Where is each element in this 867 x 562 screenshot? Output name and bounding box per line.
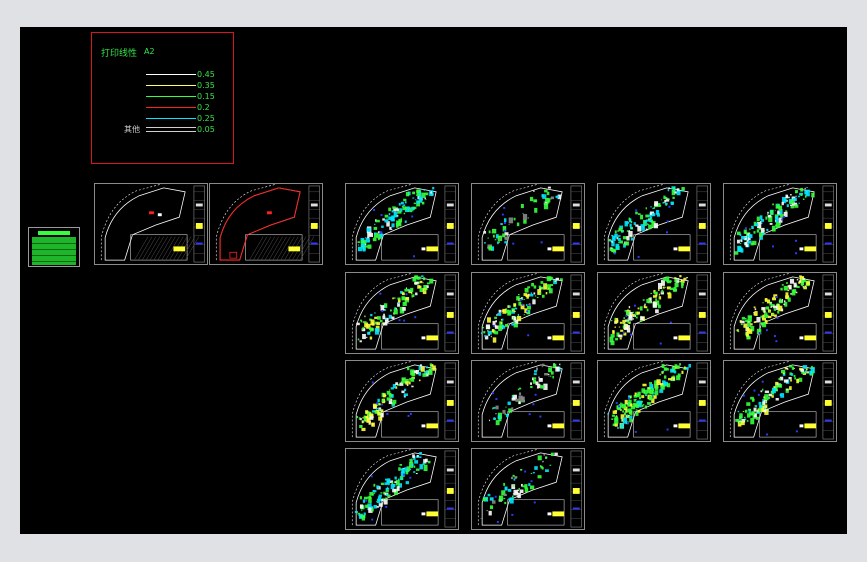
sheet-r3c1[interactable] xyxy=(345,360,459,442)
sheet-drawing xyxy=(477,273,582,352)
legend-value: 0.35 xyxy=(197,81,215,90)
legend-row: 0.25 xyxy=(92,114,233,124)
legend-value: 0.45 xyxy=(197,70,215,79)
sheet-r2c3[interactable] xyxy=(597,272,711,354)
sheet-drawing xyxy=(603,361,708,440)
cad-model-space[interactable]: 打印线性 A2 0.45 0.35 0.15 0.2 0.25 其他 0.05 xyxy=(20,27,847,534)
legend-value: 0.25 xyxy=(197,114,215,123)
sheet-drawing xyxy=(477,361,582,440)
legend-line xyxy=(146,127,196,132)
legend-line xyxy=(146,107,196,108)
legend-line xyxy=(146,85,196,86)
legend-other-label: 其他 xyxy=(124,125,140,134)
sheet-drawing xyxy=(729,184,834,263)
legend-value: 0.15 xyxy=(197,92,215,101)
sheet-drawing xyxy=(351,273,456,352)
sheet-r3c3[interactable] xyxy=(597,360,711,442)
legend-row: 0.35 xyxy=(92,81,233,91)
sheet-drawing xyxy=(351,184,456,263)
sheet-r2c2[interactable] xyxy=(471,272,585,354)
sheet-drawing xyxy=(351,361,456,440)
print-lineweight-legend: 打印线性 A2 0.45 0.35 0.15 0.2 0.25 其他 0.05 xyxy=(91,32,234,164)
sheet-drawing xyxy=(603,273,708,352)
sheet-r4c1[interactable] xyxy=(345,448,459,530)
sheet-r1c1[interactable] xyxy=(345,183,459,265)
legend-line xyxy=(146,96,196,97)
sheet-drawing xyxy=(477,184,582,263)
sheet-r1c3[interactable] xyxy=(597,183,711,265)
sheet-drawing xyxy=(603,184,708,263)
sheet-r3c4[interactable] xyxy=(723,360,837,442)
legend-row: 0.15 xyxy=(92,92,233,102)
legend-row: 0.2 xyxy=(92,103,233,113)
legend-title: 打印线性 xyxy=(101,49,138,59)
legend-line xyxy=(146,74,196,75)
sheet-drawing xyxy=(100,184,205,263)
sheet-drawing xyxy=(729,361,834,440)
legend-value: 0.05 xyxy=(197,125,215,134)
legend-line xyxy=(146,118,196,119)
cover-title-bar xyxy=(38,231,70,235)
legend-value: 0.2 xyxy=(197,103,210,112)
sheet-drawing xyxy=(729,273,834,352)
sheet-demolition-plan[interactable] xyxy=(209,183,323,265)
cover-sheet[interactable] xyxy=(28,227,80,267)
legend-row: 0.45 xyxy=(92,70,233,80)
sheet-drawing xyxy=(351,449,456,528)
sheet-drawing xyxy=(215,184,320,263)
legend-row: 其他 0.05 xyxy=(92,125,233,135)
sheet-original-plan[interactable] xyxy=(94,183,208,265)
sheet-r2c4[interactable] xyxy=(723,272,837,354)
sheet-drawing xyxy=(477,449,582,528)
sheet-r3c2[interactable] xyxy=(471,360,585,442)
sheet-r1c2[interactable] xyxy=(471,183,585,265)
sheet-r4c2[interactable] xyxy=(471,448,585,530)
cover-index-table xyxy=(32,237,76,265)
legend-paper-size: A2 xyxy=(144,47,155,56)
sheet-r2c1[interactable] xyxy=(345,272,459,354)
sheet-r1c4[interactable] xyxy=(723,183,837,265)
